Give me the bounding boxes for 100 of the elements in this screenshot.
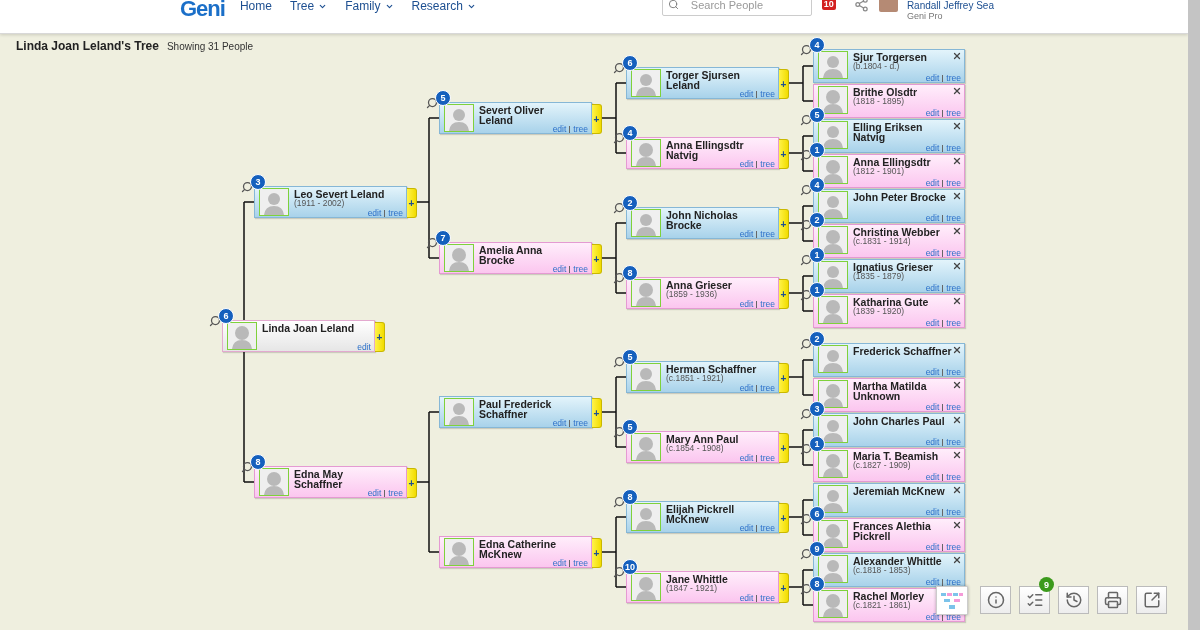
search-icon[interactable] bbox=[209, 315, 221, 327]
search-icon[interactable] bbox=[800, 513, 812, 525]
close-button[interactable] bbox=[952, 415, 962, 425]
close-button[interactable] bbox=[952, 191, 962, 201]
expand-button[interactable]: + bbox=[375, 322, 385, 352]
search-icon[interactable] bbox=[426, 237, 438, 249]
tree-link[interactable]: tree bbox=[946, 508, 961, 516]
tree-link[interactable]: tree bbox=[946, 613, 961, 621]
search-icon[interactable] bbox=[800, 114, 812, 126]
tree-link[interactable]: tree bbox=[573, 419, 588, 427]
search-icon[interactable] bbox=[800, 44, 812, 56]
print-button[interactable] bbox=[1097, 586, 1128, 614]
relatives-count[interactable]: 2 bbox=[622, 195, 638, 211]
search-icon[interactable] bbox=[241, 461, 253, 473]
edit-link[interactable]: edit bbox=[925, 74, 940, 82]
search-icon[interactable] bbox=[800, 408, 812, 420]
scrollbar[interactable] bbox=[1188, 0, 1200, 630]
person-card[interactable]: Paul Frederick Schaffner edit tree bbox=[439, 396, 592, 428]
tree-link[interactable]: tree bbox=[946, 578, 961, 586]
close-button[interactable] bbox=[952, 86, 962, 96]
nav-link[interactable]: Tree bbox=[289, 0, 328, 13]
edit-link[interactable]: edit bbox=[925, 109, 940, 117]
close-button[interactable] bbox=[952, 121, 962, 131]
person-card[interactable]: Frederick Schaffner edit tree bbox=[813, 343, 965, 377]
search-icon[interactable] bbox=[800, 548, 812, 560]
edit-link[interactable]: edit bbox=[357, 343, 371, 351]
edit-link[interactable]: edit bbox=[552, 559, 567, 567]
expand-button[interactable]: + bbox=[592, 538, 602, 568]
edit-link[interactable]: edit bbox=[739, 594, 754, 602]
relatives-count[interactable]: 3 bbox=[250, 174, 266, 190]
expand-button[interactable]: + bbox=[407, 188, 417, 218]
tree-link[interactable]: tree bbox=[573, 265, 588, 273]
edit-link[interactable]: edit bbox=[925, 214, 940, 222]
person-card[interactable]: Sjur Torgersen (b.1804 - d.) edit tree bbox=[813, 49, 965, 83]
edit-link[interactable]: edit bbox=[925, 578, 940, 586]
relatives-count[interactable]: 4 bbox=[809, 177, 825, 193]
tree-link[interactable]: tree bbox=[946, 473, 961, 481]
close-button[interactable] bbox=[952, 296, 962, 306]
expand-button[interactable]: + bbox=[592, 244, 602, 274]
person-card[interactable]: Herman Schaffner (c.1851 - 1921) edit tree bbox=[626, 361, 779, 393]
tree-link[interactable]: tree bbox=[760, 594, 775, 602]
edit-link[interactable]: edit bbox=[739, 230, 754, 238]
expand-button[interactable]: + bbox=[407, 468, 417, 498]
expand-button[interactable]: + bbox=[592, 104, 602, 134]
avatar-photo[interactable] bbox=[878, 0, 898, 12]
search-icon[interactable] bbox=[800, 443, 812, 455]
user-name[interactable]: Randall Jeffrey Sea bbox=[906, 0, 994, 11]
relatives-count[interactable]: 4 bbox=[622, 125, 638, 141]
relatives-count[interactable]: 1 bbox=[809, 436, 825, 452]
edit-link[interactable]: edit bbox=[367, 489, 382, 497]
relatives-count[interactable]: 7 bbox=[435, 230, 451, 246]
tree-link[interactable]: tree bbox=[946, 109, 961, 117]
relatives-count[interactable]: 6 bbox=[809, 506, 825, 522]
nav-link[interactable]: Family bbox=[345, 0, 394, 13]
edit-link[interactable]: edit bbox=[552, 265, 567, 273]
relatives-count[interactable]: 1 bbox=[809, 142, 825, 158]
edit-link[interactable]: edit bbox=[739, 454, 754, 462]
relatives-count[interactable]: 6 bbox=[218, 308, 234, 324]
search-icon[interactable] bbox=[613, 272, 625, 284]
relatives-count[interactable]: 4 bbox=[809, 37, 825, 53]
nav-link[interactable]: Home bbox=[239, 0, 272, 13]
search-icon[interactable] bbox=[426, 97, 438, 109]
edit-link[interactable]: edit bbox=[739, 160, 754, 168]
person-card[interactable]: Maria T. Beamish (c.1827 - 1909) edit tree bbox=[813, 448, 965, 482]
tree-link[interactable]: tree bbox=[946, 319, 961, 327]
close-button[interactable] bbox=[952, 156, 962, 166]
search-icon[interactable] bbox=[241, 181, 253, 193]
tree-link[interactable]: tree bbox=[388, 489, 403, 497]
share-icon[interactable] bbox=[853, 0, 869, 12]
close-button[interactable] bbox=[952, 555, 962, 565]
relatives-count[interactable]: 5 bbox=[622, 419, 638, 435]
edit-link[interactable]: edit bbox=[925, 403, 940, 411]
edit-link[interactable]: edit bbox=[925, 473, 940, 481]
search-icon[interactable] bbox=[800, 338, 812, 350]
person-card[interactable]: Torger Sjursen Leland edit tree bbox=[626, 67, 779, 99]
tree-link[interactable]: tree bbox=[573, 559, 588, 567]
edit-link[interactable]: edit bbox=[739, 524, 754, 532]
tree-link[interactable]: tree bbox=[946, 284, 961, 292]
tree-link[interactable]: tree bbox=[760, 90, 775, 98]
expand-button[interactable]: + bbox=[779, 209, 789, 239]
edit-link[interactable]: edit bbox=[925, 543, 940, 551]
search-icon[interactable] bbox=[800, 149, 812, 161]
checklist-button[interactable] bbox=[1019, 586, 1050, 614]
edit-link[interactable]: edit bbox=[925, 144, 940, 152]
person-card[interactable]: Anna Ellingsdtr Natvig edit tree bbox=[626, 137, 779, 169]
relatives-count[interactable]: 5 bbox=[435, 90, 451, 106]
search-icon[interactable] bbox=[800, 289, 812, 301]
expand-button[interactable]: + bbox=[779, 503, 789, 533]
relatives-count[interactable]: 8 bbox=[809, 576, 825, 592]
tree-link[interactable]: tree bbox=[760, 160, 775, 168]
search-icon[interactable] bbox=[613, 496, 625, 508]
relatives-count[interactable]: 1 bbox=[809, 247, 825, 263]
edit-link[interactable]: edit bbox=[925, 179, 940, 187]
tree-link[interactable]: tree bbox=[760, 230, 775, 238]
search-icon[interactable] bbox=[800, 219, 812, 231]
tree-link[interactable]: tree bbox=[946, 368, 961, 376]
relatives-count[interactable]: 8 bbox=[622, 265, 638, 281]
expand-button[interactable]: + bbox=[779, 573, 789, 603]
expand-button[interactable]: + bbox=[779, 139, 789, 169]
edit-link[interactable]: edit bbox=[925, 249, 940, 257]
